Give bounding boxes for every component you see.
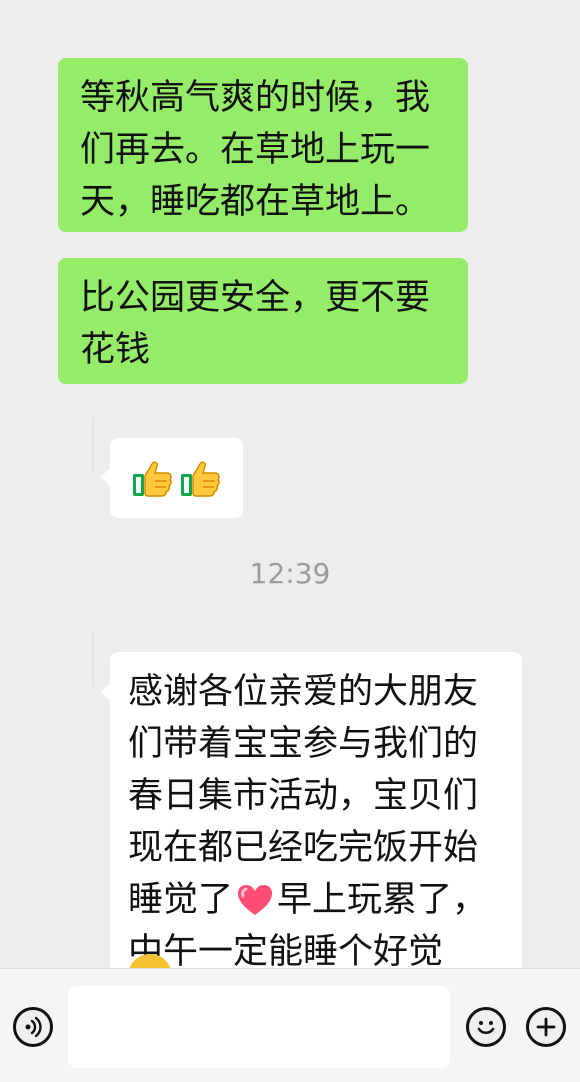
plus-icon [536, 1017, 556, 1037]
chat-input-bar [0, 968, 580, 1082]
message-text: 等秋高气爽的时候，我们再去。在草地上玩一天，睡吃都在草地上。 [80, 78, 431, 222]
voice-button[interactable] [13, 1007, 53, 1047]
thread-connector [92, 418, 94, 474]
voice-icon [25, 1016, 42, 1038]
emoji-button[interactable] [466, 1007, 506, 1047]
message-input[interactable] [68, 986, 450, 1068]
clipped-sender-name [111, 406, 229, 422]
thumbs-up-icon [131, 456, 175, 500]
thread-connector [92, 630, 94, 686]
emoji-icon [477, 1021, 495, 1035]
incoming-message-bubble[interactable]: 感谢各位亲爱的大朋友们带着宝宝参与我们的春日集市活动，宝贝们现在都已经吃完饭开始… [110, 652, 522, 968]
message-text: 比公园更安全，更不要花钱 [80, 278, 431, 370]
chat-conversation: 等秋高气爽的时候，我们再去。在草地上玩一天，睡吃都在草地上。 比公园更安全，更不… [0, 0, 580, 968]
outgoing-message-bubble[interactable]: 等秋高气爽的时候，我们再去。在草地上玩一天，睡吃都在草地上。 [58, 58, 468, 232]
plus-button[interactable] [526, 1007, 566, 1047]
heart-icon [236, 880, 274, 915]
thumbs-up-icon [179, 456, 223, 500]
incoming-emoji-message-bubble[interactable] [110, 438, 243, 518]
outgoing-message-bubble[interactable]: 比公园更安全，更不要花钱 [58, 258, 468, 384]
chat-timestamp: 12:39 [249, 557, 331, 590]
